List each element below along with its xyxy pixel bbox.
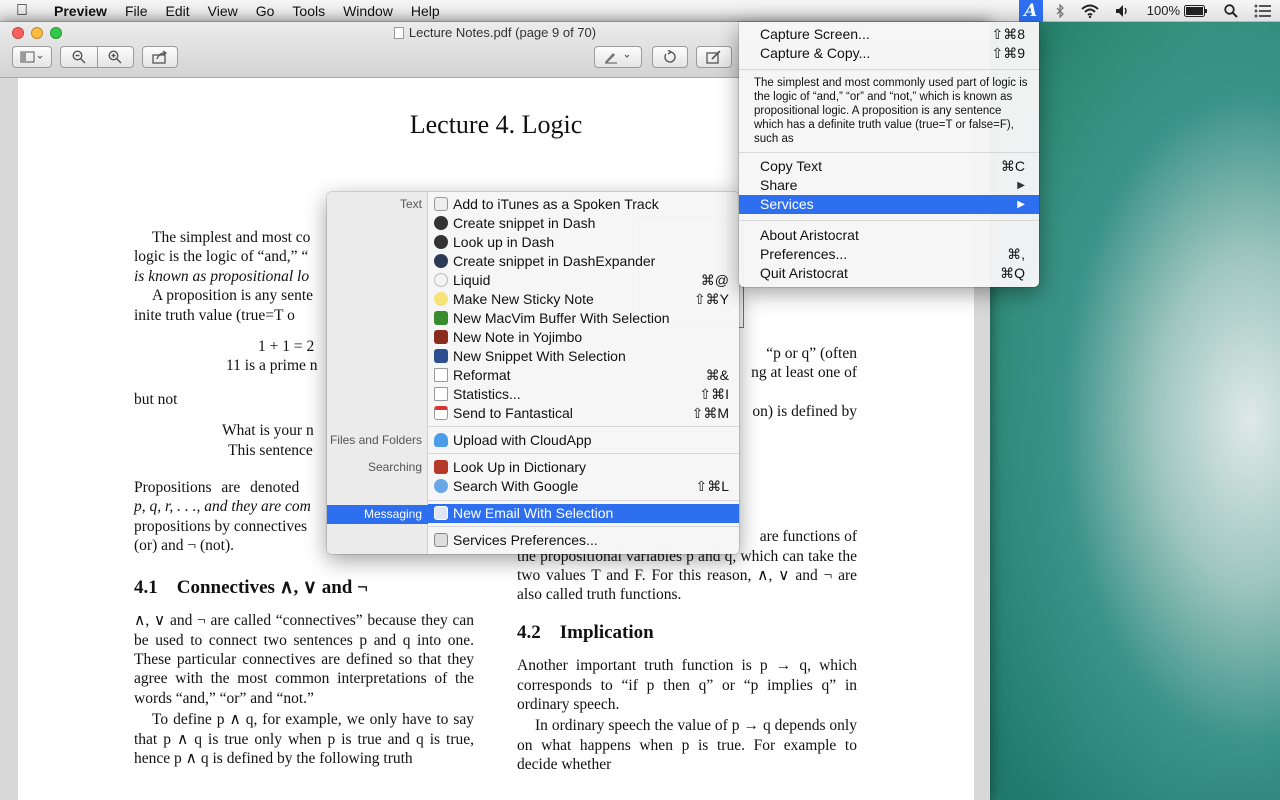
aristocrat-menu: Capture Screen... ⇧⌘8 Capture & Copy... ⇧⌘…: [739, 22, 1039, 287]
services-categories: [327, 192, 428, 554]
mail-icon: [434, 506, 448, 520]
submenu-arrow-icon: ▶: [1017, 199, 1025, 210]
service-new-snippet-selection[interactable]: New Snippet With Selection: [428, 347, 739, 366]
itunes-spoken-icon: [434, 197, 448, 211]
menu-bar:  Preview File Edit View Go Tools Window…: [0, 0, 1280, 22]
zoom-out-icon: [72, 50, 86, 64]
menu-edit[interactable]: Edit: [157, 0, 199, 22]
paragraph: Another important truth function is p → …: [517, 657, 857, 714]
service-reformat[interactable]: Reformat ⌘&: [428, 366, 739, 385]
battery-status[interactable]: 100%: [1139, 0, 1216, 22]
category-messaging: Messaging: [327, 505, 428, 524]
sticky-note-icon: [434, 292, 448, 306]
paragraph: In ordinary speech the value of p → q de…: [517, 717, 857, 774]
about-aristocrat-item[interactable]: About Aristocrat: [739, 226, 1039, 245]
dash-icon: [434, 235, 448, 249]
zoom-out-button[interactable]: [61, 47, 97, 67]
volume-icon[interactable]: [1107, 4, 1139, 18]
section-heading: 4.2 Implication: [517, 621, 654, 643]
quit-aristocrat-item[interactable]: Quit Aristocrat ⌘Q: [739, 264, 1039, 283]
copy-text-item[interactable]: Copy Text ⌘C: [739, 157, 1039, 176]
menu-tools[interactable]: Tools: [283, 0, 334, 22]
submenu-arrow-icon: ▶: [1017, 180, 1025, 191]
services-preferences[interactable]: Services Preferences...: [428, 531, 739, 550]
status-area: A 100%: [1018, 0, 1280, 22]
snippet-icon: [434, 349, 448, 363]
menu-file[interactable]: File: [116, 0, 157, 22]
bluetooth-icon[interactable]: [1047, 4, 1073, 18]
liquid-icon: [434, 273, 448, 287]
markup-button[interactable]: [594, 46, 642, 68]
service-create-snippet-dashexpander[interactable]: Create snippet in DashExpander: [428, 252, 739, 271]
rotate-button[interactable]: [652, 46, 688, 68]
capture-screen-item[interactable]: Capture Screen... ⇧⌘8: [739, 25, 1039, 44]
window-title-text: Lecture Notes.pdf (page 9 of 70): [408, 25, 597, 40]
menu-window[interactable]: Window: [334, 0, 402, 22]
captured-text-preview: The simplest and most commonly used part…: [754, 77, 1028, 145]
menu-help[interactable]: Help: [402, 0, 449, 22]
document-icon: [434, 368, 448, 382]
services-item[interactable]: Services ▶: [739, 195, 1039, 214]
battery-icon: [1184, 5, 1207, 17]
app-menu-preview[interactable]: Preview: [44, 0, 116, 22]
cloudapp-icon: [434, 433, 448, 447]
notification-center-icon[interactable]: [1246, 4, 1280, 18]
service-send-to-fantastical[interactable]: Send to Fantastical ⇧⌘M: [428, 404, 739, 423]
share-item[interactable]: Share ▶: [739, 176, 1039, 195]
pdf-document-icon: [393, 27, 404, 39]
section-heading: 4.1 Connectives ∧, ∨ and ¬: [134, 576, 368, 598]
share-icon: [152, 50, 168, 64]
battery-percent: 100%: [1146, 3, 1180, 18]
sidebar-view-icon: [20, 51, 43, 63]
edit-toolbar-icon: [706, 50, 721, 64]
service-search-google[interactable]: Search With Google ⇧⌘L: [428, 477, 739, 496]
zoom-control: [60, 46, 134, 68]
dashexpander-icon: [434, 254, 448, 268]
apple-menu-icon[interactable]: : [0, 2, 44, 20]
dictionary-icon: [434, 460, 448, 474]
share-button[interactable]: [142, 46, 178, 68]
menu-view[interactable]: View: [199, 0, 247, 22]
edit-toolbar-button[interactable]: [696, 46, 732, 68]
dash-icon: [434, 216, 448, 230]
service-statistics[interactable]: Statistics... ⇧⌘I: [428, 385, 739, 404]
menu-go[interactable]: Go: [247, 0, 284, 22]
category-text: Text: [399, 197, 422, 211]
capture-copy-item[interactable]: Capture & Copy... ⇧⌘9: [739, 44, 1039, 63]
paragraph: the propositional variables p and q, whi…: [517, 547, 857, 604]
markup-pen-icon: [605, 53, 630, 64]
yojimbo-icon: [434, 330, 448, 344]
rotate-icon: [664, 50, 676, 63]
category-searching: Searching: [367, 460, 422, 474]
spotlight-icon[interactable]: [1216, 4, 1246, 18]
service-new-email-selection[interactable]: New Email With Selection: [428, 504, 739, 523]
google-search-icon: [434, 479, 448, 493]
service-new-macvim-buffer[interactable]: New MacVim Buffer With Selection: [428, 309, 739, 328]
service-create-snippet-dash[interactable]: Create snippet in Dash: [428, 214, 739, 233]
wifi-icon[interactable]: [1073, 4, 1107, 18]
document-icon: [434, 387, 448, 401]
service-new-note-yojimbo[interactable]: New Note in Yojimbo: [428, 328, 739, 347]
zoom-in-button[interactable]: [97, 47, 133, 67]
category-files-and-folders: Files and Folders: [329, 433, 422, 447]
service-look-up-dictionary[interactable]: Look Up in Dictionary: [428, 458, 739, 477]
fantastical-icon: [434, 406, 448, 420]
preferences-item[interactable]: Preferences... ⌘,: [739, 245, 1039, 264]
service-add-to-itunes[interactable]: Add to iTunes as a Spoken Track: [428, 195, 739, 214]
preferences-icon: [434, 533, 448, 547]
paragraph: ∧, ∨ and ¬ are called “connectives” beca…: [134, 612, 474, 707]
aristocrat-icon[interactable]: A: [1018, 0, 1043, 22]
service-look-up-dash[interactable]: Look up in Dash: [428, 233, 739, 252]
zoom-in-icon: [108, 50, 122, 64]
services-submenu: Text Files and Folders Searching Messagi…: [327, 192, 739, 554]
macvim-icon: [434, 311, 448, 325]
service-upload-cloudapp[interactable]: Upload with CloudApp: [428, 431, 739, 450]
service-liquid[interactable]: Liquid ⌘@: [428, 271, 739, 290]
sidebar-view-button[interactable]: [12, 46, 52, 68]
service-make-new-sticky-note[interactable]: Make New Sticky Note ⇧⌘Y: [428, 290, 739, 309]
paragraph: To define p ∧ q, for example, we only ha…: [134, 711, 474, 767]
